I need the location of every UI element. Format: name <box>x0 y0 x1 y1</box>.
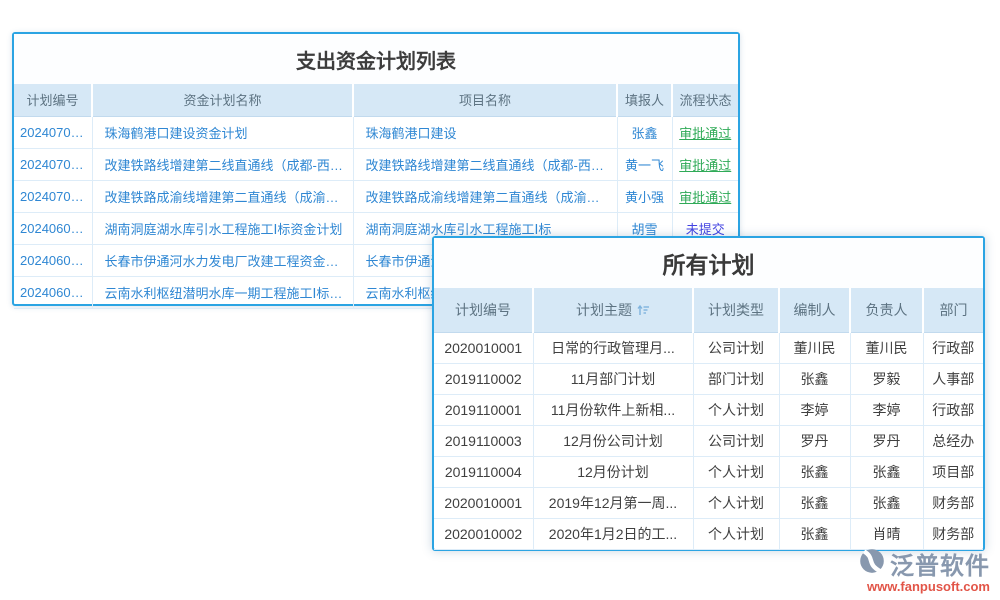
plan-id[interactable]: 2019110001 <box>434 394 533 425</box>
table-row[interactable]: 2024070002 改建铁路线增建第二线直通线（成都-西安）电... 改建铁路… <box>14 148 738 180</box>
plan-id-link[interactable]: 2024060011 <box>14 212 92 244</box>
table-row[interactable]: 2019110002 11月部门计划 部门计划 张鑫 罗毅 人事部 <box>434 363 983 394</box>
compiler-name: 李婷 <box>779 394 850 425</box>
department-name: 项目部 <box>923 456 983 487</box>
table-row[interactable]: 2020010002 2020年1月2日的工... 个人计划 张鑫 肖晴 财务部 <box>434 518 983 549</box>
department-name: 人事部 <box>923 363 983 394</box>
department-name: 行政部 <box>923 394 983 425</box>
column-header-owner: 负责人 <box>850 288 923 332</box>
plan-subject[interactable]: 12月份计划 <box>533 456 693 487</box>
compiler-name: 张鑫 <box>779 456 850 487</box>
owner-name: 张鑫 <box>850 487 923 518</box>
owner-name: 张鑫 <box>850 456 923 487</box>
department-name: 行政部 <box>923 332 983 363</box>
project-name-link[interactable]: 改建铁路成渝线增建第二直通线（成渝枢纽）... <box>353 180 617 212</box>
brand-url: www.fanpusoft.com <box>867 579 990 594</box>
all-plans-table: 计划编号 计划主题 计划类型 编制人 负责人 部门 2020010001 日常的… <box>434 288 983 550</box>
plan-type: 个人计划 <box>693 518 779 549</box>
column-header-fund-plan-name: 资金计划名称 <box>92 84 353 116</box>
plan-id-link[interactable]: 2024070001 <box>14 180 92 212</box>
plan-subject[interactable]: 日常的行政管理月... <box>533 332 693 363</box>
fund-plan-name-link[interactable]: 湖南洞庭湖水库引水工程施工Ⅰ标资金计划 <box>92 212 353 244</box>
plan-id[interactable]: 2020010002 <box>434 518 533 549</box>
table-row[interactable]: 2024070003 珠海鹤港口建设资金计划 珠海鹤港口建设 张鑫 审批通过 <box>14 116 738 148</box>
fund-plan-name-link[interactable]: 改建铁路线增建第二线直通线（成都-西安）电... <box>92 148 353 180</box>
status-link[interactable]: 审批通过 <box>672 116 738 148</box>
plan-type: 公司计划 <box>693 425 779 456</box>
column-header-plan-subject[interactable]: 计划主题 <box>533 288 693 332</box>
plan-subject[interactable]: 11月份软件上新相... <box>533 394 693 425</box>
all-plans-panel: 所有计划 计划编号 计划主题 计划类型 编制人 负责人 部门 202001000… <box>432 236 985 551</box>
plan-id[interactable]: 2019110002 <box>434 363 533 394</box>
plan-type: 公司计划 <box>693 332 779 363</box>
column-header-department: 部门 <box>923 288 983 332</box>
fanpu-logo-icon <box>858 547 886 580</box>
plan-id-link[interactable]: 2024060009 <box>14 276 92 308</box>
filler-name: 黄小强 <box>617 180 672 212</box>
owner-name: 肖晴 <box>850 518 923 549</box>
column-header-flow-status: 流程状态 <box>672 84 738 116</box>
compiler-name: 张鑫 <box>779 487 850 518</box>
owner-name: 董川民 <box>850 332 923 363</box>
plan-subject[interactable]: 12月份公司计划 <box>533 425 693 456</box>
panel-title-all-plans: 所有计划 <box>434 238 983 288</box>
page: 支出资金计划列表 计划编号 资金计划名称 项目名称 填报人 流程状态 20240… <box>0 0 1000 600</box>
plan-subject[interactable]: 11月部门计划 <box>533 363 693 394</box>
table-row[interactable]: 2020010001 日常的行政管理月... 公司计划 董川民 董川民 行政部 <box>434 332 983 363</box>
plan-type: 个人计划 <box>693 487 779 518</box>
owner-name: 罗丹 <box>850 425 923 456</box>
table-row[interactable]: 2020010001 2019年12月第一周... 个人计划 张鑫 张鑫 财务部 <box>434 487 983 518</box>
table-row[interactable]: 2024070001 改建铁路成渝线增建第二直通线（成渝枢纽）... 改建铁路成… <box>14 180 738 212</box>
column-header-project-name: 项目名称 <box>353 84 617 116</box>
compiler-name: 罗丹 <box>779 425 850 456</box>
table-row[interactable]: 2019110001 11月份软件上新相... 个人计划 李婷 李婷 行政部 <box>434 394 983 425</box>
fund-plan-name-link[interactable]: 改建铁路成渝线增建第二直通线（成渝枢纽）... <box>92 180 353 212</box>
column-header-compiler: 编制人 <box>779 288 850 332</box>
fund-plan-name-link[interactable]: 长春市伊通河水力发电厂改建工程资金计划 <box>92 244 353 276</box>
plan-type: 个人计划 <box>693 394 779 425</box>
owner-name: 李婷 <box>850 394 923 425</box>
column-header-plan-type: 计划类型 <box>693 288 779 332</box>
table-row[interactable]: 2019110004 12月份计划 个人计划 张鑫 张鑫 项目部 <box>434 456 983 487</box>
plan-id[interactable]: 2020010001 <box>434 487 533 518</box>
table-header-row: 计划编号 计划主题 计划类型 编制人 负责人 部门 <box>434 288 983 332</box>
compiler-name: 张鑫 <box>779 363 850 394</box>
status-link[interactable]: 审批通过 <box>672 148 738 180</box>
plan-id[interactable]: 2020010001 <box>434 332 533 363</box>
sort-ascending-icon[interactable] <box>637 303 650 319</box>
plan-id-link[interactable]: 2024060010 <box>14 244 92 276</box>
compiler-name: 董川民 <box>779 332 850 363</box>
table-row[interactable]: 2019110003 12月份公司计划 公司计划 罗丹 罗丹 总经办 <box>434 425 983 456</box>
table-header-row: 计划编号 资金计划名称 项目名称 填报人 流程状态 <box>14 84 738 116</box>
fund-plan-name-link[interactable]: 珠海鹤港口建设资金计划 <box>92 116 353 148</box>
department-name: 财务部 <box>923 487 983 518</box>
plan-id-link[interactable]: 2024070003 <box>14 116 92 148</box>
fanpu-watermark: 泛普软件 www.fanpusoft.com <box>858 546 990 594</box>
compiler-name: 张鑫 <box>779 518 850 549</box>
plan-id-link[interactable]: 2024070002 <box>14 148 92 180</box>
project-name-link[interactable]: 改建铁路线增建第二线直通线（成都-西安）电... <box>353 148 617 180</box>
filler-name: 张鑫 <box>617 116 672 148</box>
column-header-plan-id: 计划编号 <box>434 288 533 332</box>
plan-subject[interactable]: 2020年1月2日的工... <box>533 518 693 549</box>
fund-plan-name-link[interactable]: 云南水利枢纽潜明水库一期工程施工Ⅰ标资金计划 <box>92 276 353 308</box>
brand-name: 泛普软件 <box>890 546 990 581</box>
owner-name: 罗毅 <box>850 363 923 394</box>
plan-id[interactable]: 2019110003 <box>434 425 533 456</box>
panel-title-expenditure: 支出资金计划列表 <box>14 34 738 84</box>
status-link[interactable]: 审批通过 <box>672 180 738 212</box>
column-header-filler: 填报人 <box>617 84 672 116</box>
department-name: 财务部 <box>923 518 983 549</box>
filler-name: 黄一飞 <box>617 148 672 180</box>
department-name: 总经办 <box>923 425 983 456</box>
plan-type: 部门计划 <box>693 363 779 394</box>
project-name-link[interactable]: 珠海鹤港口建设 <box>353 116 617 148</box>
plan-id[interactable]: 2019110004 <box>434 456 533 487</box>
plan-type: 个人计划 <box>693 456 779 487</box>
plan-subject[interactable]: 2019年12月第一周... <box>533 487 693 518</box>
column-header-plan-id: 计划编号 <box>14 84 92 116</box>
